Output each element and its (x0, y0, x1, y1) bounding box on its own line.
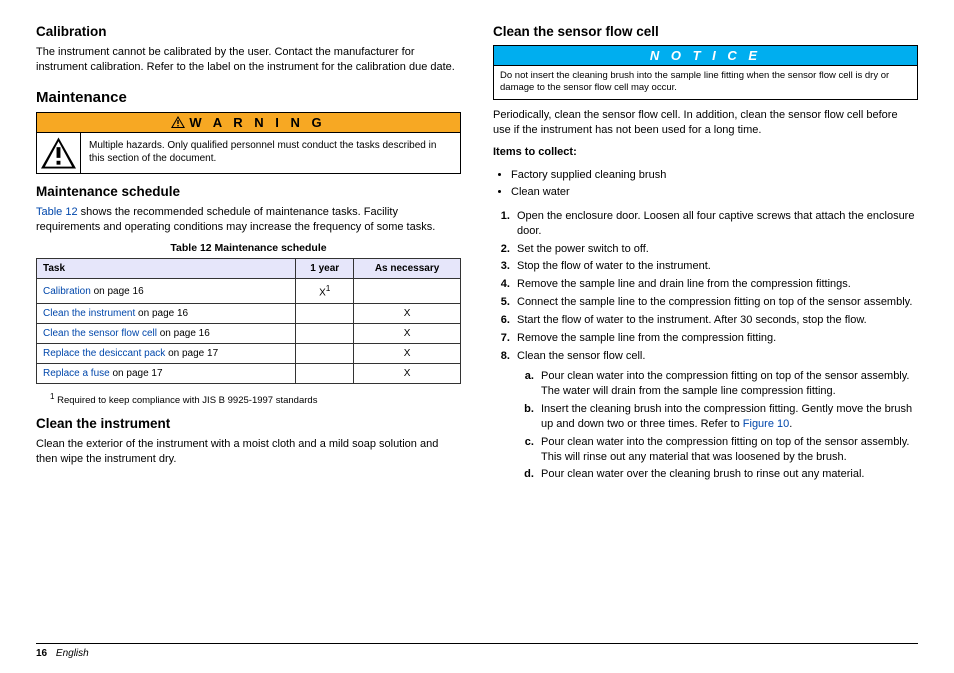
substep-item: Pour clean water over the cleaning brush… (537, 467, 918, 482)
warning-label: W A R N I N G (189, 115, 325, 130)
table-caption: Table 12 Maintenance schedule (36, 242, 461, 254)
row-link[interactable]: Clean the instrument (43, 308, 135, 319)
step-item: Set the power switch to off. (513, 242, 918, 257)
step-item: Remove the sample line and drain line fr… (513, 277, 918, 292)
figure-10-link[interactable]: Figure 10 (743, 418, 789, 430)
table-row: Replace a fuse on page 17 X (37, 363, 461, 383)
maintenance-table: Task 1 year As necessary Calibration on … (36, 258, 461, 383)
maintenance-heading: Maintenance (36, 89, 461, 106)
table-row: Replace the desiccant pack on page 17 X (37, 343, 461, 363)
substeps-list: Pour clean water into the compression fi… (517, 369, 918, 482)
page-language: English (56, 648, 89, 659)
table-12-link[interactable]: Table 12 (36, 206, 78, 218)
left-column: Calibration The instrument cannot be cal… (36, 24, 461, 643)
step-item: Remove the sample line from the compress… (513, 331, 918, 346)
table-row: Clean the sensor flow cell on page 16 X (37, 323, 461, 343)
row-link[interactable]: Replace the desiccant pack (43, 348, 165, 359)
list-item: Clean water (511, 185, 918, 199)
th-necessary: As necessary (354, 259, 461, 279)
hazard-triangle-icon (41, 137, 76, 169)
warning-text: Multiple hazards. Only qualified personn… (81, 133, 460, 173)
notice-box: N O T I C E Do not insert the cleaning b… (493, 45, 918, 100)
table-row: Calibration on page 16 X1 (37, 279, 461, 303)
substep-item: Insert the cleaning brush into the compr… (537, 402, 918, 432)
clean-instrument-heading: Clean the instrument (36, 416, 461, 431)
warning-icon-cell (37, 133, 81, 173)
warning-header: W A R N I N G (37, 113, 460, 133)
right-column: Clean the sensor flow cell N O T I C E D… (493, 24, 918, 643)
items-to-collect-label: Items to collect: (493, 145, 918, 160)
th-1year: 1 year (296, 259, 354, 279)
schedule-intro: Table 12 shows the recommended schedule … (36, 205, 461, 235)
table-row: Clean the instrument on page 16 X (37, 303, 461, 323)
warning-box: W A R N I N G Multiple hazards. Only qua… (36, 112, 461, 174)
row-link[interactable]: Replace a fuse (43, 368, 110, 379)
clean-flowcell-heading: Clean the sensor flow cell (493, 24, 918, 39)
row-link[interactable]: Clean the sensor flow cell (43, 328, 157, 339)
step-item: Clean the sensor flow cell. Pour clean w… (513, 349, 918, 483)
calibration-body: The instrument cannot be calibrated by t… (36, 45, 461, 75)
page-number: 16 (36, 648, 47, 659)
calibration-heading: Calibration (36, 24, 461, 39)
list-item: Factory supplied cleaning brush (511, 168, 918, 182)
notice-header: N O T I C E (494, 46, 917, 66)
row-link[interactable]: Calibration (43, 286, 91, 297)
step-item: Stop the flow of water to the instrument… (513, 259, 918, 274)
th-task: Task (37, 259, 296, 279)
notice-body: Do not insert the cleaning brush into th… (494, 66, 917, 99)
step-item: Open the enclosure door. Loosen all four… (513, 209, 918, 239)
page-footer: 16 English (36, 643, 918, 659)
substep-item: Pour clean water into the compression fi… (537, 435, 918, 465)
items-list: Factory supplied cleaning brush Clean wa… (493, 168, 918, 199)
table-footnote: 1 Required to keep compliance with JIS B… (50, 392, 461, 406)
flowcell-intro: Periodically, clean the sensor flow cell… (493, 108, 918, 138)
clean-instrument-body: Clean the exterior of the instrument wit… (36, 437, 461, 467)
substep-item: Pour clean water into the compression fi… (537, 369, 918, 399)
warning-triangle-icon (171, 116, 185, 128)
step-item: Connect the sample line to the compressi… (513, 295, 918, 310)
step-item: Start the flow of water to the instrumen… (513, 313, 918, 328)
steps-list: Open the enclosure door. Loosen all four… (493, 209, 918, 483)
schedule-heading: Maintenance schedule (36, 184, 461, 199)
